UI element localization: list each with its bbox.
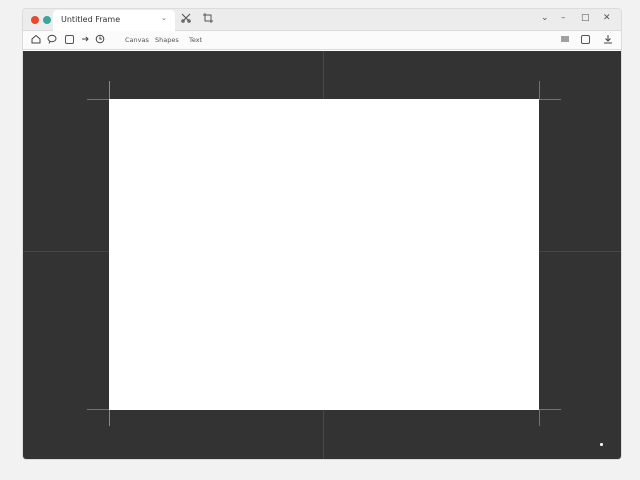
maximize-button[interactable]: □ [581,12,590,24]
close-window-dot[interactable] [31,16,39,24]
document-tab[interactable]: Untitled Frame ⌄ [53,10,175,31]
crop-mark-br-v [539,410,540,426]
artboard[interactable] [109,99,539,410]
crop-mark-bl-h [87,409,109,410]
layers-icon[interactable] [560,34,570,48]
crop-mark-tr-v [539,81,540,99]
tab-title: Untitled Frame [61,15,121,24]
menu-canvas[interactable]: Canvas [125,36,149,44]
status-dot[interactable] [43,16,51,24]
download-icon[interactable] [603,34,613,48]
crop-mark-tl-v [109,81,110,99]
crop-mark-tl-h [87,99,109,100]
canvas-area[interactable] [23,51,621,459]
crop-mark-bl-v [109,410,110,426]
lasso-icon[interactable] [47,34,57,48]
app-window: Untitled Frame ⌄ ⌄ – □ ✕ Canvas Shapes T… [22,8,622,460]
chevron-down-icon[interactable]: ⌄ [541,12,549,24]
menu-shapes[interactable]: Shapes [155,36,179,44]
scissors-icon[interactable] [181,13,191,27]
arrow-icon[interactable] [81,34,90,48]
home-icon[interactable] [31,34,41,48]
rotate-icon[interactable] [95,34,105,48]
export-icon[interactable] [581,35,590,44]
minimize-button[interactable]: – [561,12,566,24]
crop-mark-tr-h [539,99,561,100]
tab-menu-chevron-icon[interactable]: ⌄ [161,14,167,22]
crop-mark-br-h [539,409,561,410]
cursor-icon [600,443,603,446]
title-bar: Untitled Frame ⌄ ⌄ – □ ✕ [23,9,621,31]
crop-icon[interactable] [203,13,213,27]
close-button[interactable]: ✕ [603,12,611,24]
menu-text[interactable]: Text [189,36,202,44]
shape-icon[interactable] [65,35,74,44]
toolbar: Canvas Shapes Text [23,31,621,50]
